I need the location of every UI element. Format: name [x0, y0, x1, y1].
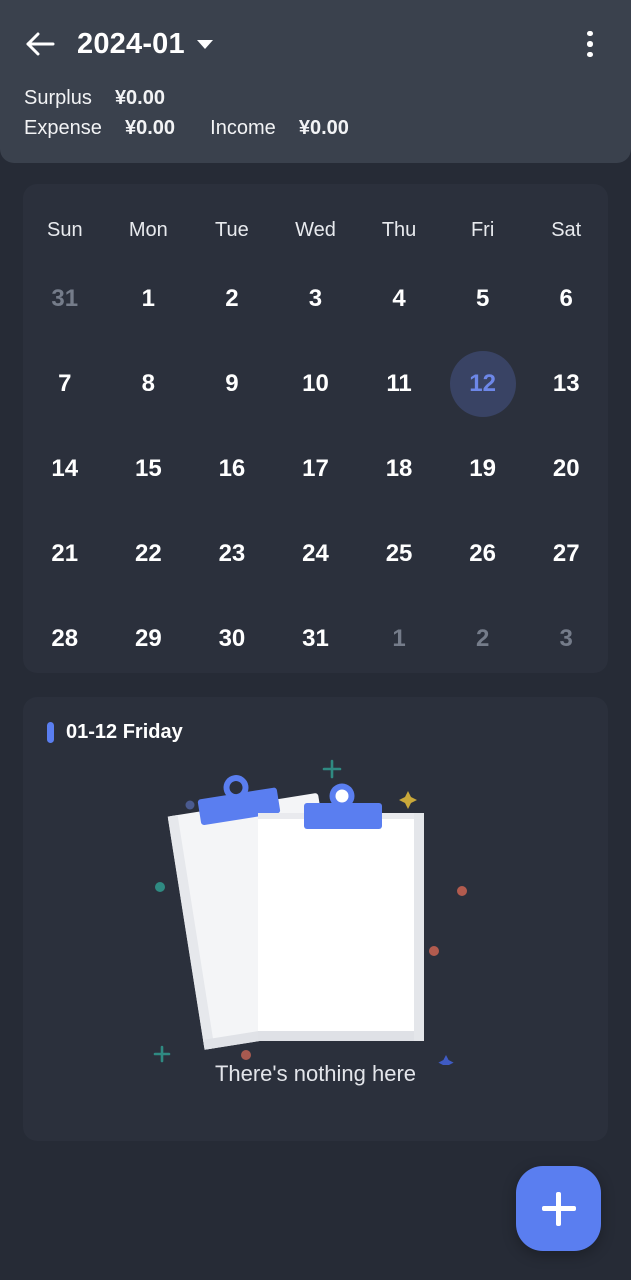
calendar-day[interactable]: 10	[282, 351, 348, 417]
calendar-week-row: 28 29 30 31 1 2 3	[23, 596, 608, 681]
calendar-day[interactable]: 9	[199, 351, 265, 417]
calendar-day[interactable]: 1	[366, 606, 432, 672]
chevron-down-icon[interactable]	[196, 39, 213, 49]
surplus-value: ¥0.00	[114, 87, 165, 109]
calendar-day[interactable]: 14	[32, 436, 98, 502]
calendar-week-row: 31 1 2 3 4 5 6	[23, 256, 608, 341]
calendar-day[interactable]: 5	[450, 266, 516, 332]
expense-label: Expense	[24, 116, 102, 139]
app-screen: 2024-01 Surplus ¥0.00 Expense ¥0.00 Inco…	[0, 0, 631, 1280]
calendar-day[interactable]: 2	[450, 606, 516, 672]
weekday-label-fri: Fri	[470, 218, 495, 241]
calendar-day[interactable]: 3	[282, 266, 348, 332]
calendar-day[interactable]: 28	[32, 606, 98, 672]
weekday-label-sun: Sun	[46, 218, 83, 241]
calendar-week-row: 21 22 23 24 25 26 27	[23, 511, 608, 596]
calendar-day[interactable]: 20	[533, 436, 599, 502]
overflow-dot	[587, 30, 593, 37]
weekday-label-wed: Wed	[295, 218, 336, 241]
calendar-day[interactable]: 19	[450, 436, 516, 502]
calendar-day[interactable]: 15	[115, 436, 181, 502]
surplus-line: Surplus ¥0.00	[24, 84, 607, 114]
income-label: Income	[210, 116, 276, 139]
empty-clipboards-illustration	[146, 755, 486, 1065]
header-top-bar: 2024-01	[24, 20, 607, 68]
overflow-dot	[587, 41, 593, 47]
empty-state: There's nothing here	[23, 749, 608, 1111]
calendar-weekday-header: Sun Mon Tue Wed Thu Fri Sat	[23, 204, 608, 256]
calendar-day[interactable]: 29	[115, 606, 181, 672]
calendar-day[interactable]: 16	[199, 436, 265, 502]
selected-date-label: 01-12 Friday	[66, 720, 183, 743]
overflow-dot	[587, 51, 593, 58]
more-vertical-icon[interactable]	[573, 25, 607, 63]
calendar-day[interactable]: 25	[366, 521, 432, 587]
calendar-day[interactable]: 31	[32, 266, 98, 332]
calendar-day[interactable]: 13	[533, 351, 599, 417]
calendar-day[interactable]: 17	[282, 436, 348, 502]
income-value: ¥0.00	[298, 116, 349, 139]
calendar-card: Sun Mon Tue Wed Thu Fri Sat 31 1 2 3 4 5 6 7 8 9 10 11 12 1…	[23, 184, 608, 673]
calendar-day[interactable]: 3	[533, 606, 599, 672]
calendar-day[interactable]: 8	[115, 351, 181, 417]
weekday-label-mon: Mon	[128, 218, 168, 241]
calendar-day[interactable]: 21	[32, 521, 98, 587]
calendar-week-row: 14 15 16 17 18 19 20	[23, 426, 608, 511]
surplus-label: Surplus	[24, 87, 92, 109]
expense-income-line: Expense ¥0.00 Income ¥0.00	[24, 114, 607, 144]
calendar-day[interactable]: 4	[366, 266, 432, 332]
calendar-day[interactable]: 1	[115, 266, 181, 332]
calendar-week-row: 7 8 9 10 11 12 13	[23, 341, 608, 426]
month-summary: Surplus ¥0.00 Expense ¥0.00 Income ¥0.00	[24, 84, 607, 143]
calendar-day-selected[interactable]: 12	[449, 350, 516, 417]
plus-icon-vertical	[556, 1191, 561, 1226]
calendar-day[interactable]: 11	[366, 351, 432, 417]
calendar-day[interactable]: 2	[199, 266, 265, 332]
weekday-label-tue: Tue	[215, 218, 249, 241]
calendar-day[interactable]: 30	[199, 606, 265, 672]
page-title: 2024-01	[77, 27, 185, 60]
calendar-day[interactable]: 18	[366, 436, 432, 502]
weekday-label-thu: Thu	[381, 218, 417, 241]
calendar-day[interactable]: 7	[32, 351, 98, 417]
app-header: 2024-01 Surplus ¥0.00 Expense ¥0.00 Inco…	[0, 0, 631, 163]
weekday-label-sat: Sat	[551, 218, 582, 241]
day-detail-header: 01-12 Friday	[23, 715, 608, 749]
calendar-day[interactable]: 22	[115, 521, 181, 587]
calendar-day[interactable]: 26	[450, 521, 516, 587]
calendar-grid[interactable]: 31 1 2 3 4 5 6 7 8 9 10 11 12 13 14 15 16 17 18 19 20 21 22 23 2…	[23, 256, 608, 681]
expense-value: ¥0.00	[124, 116, 176, 139]
accent-bar	[47, 721, 54, 743]
calendar-day[interactable]: 23	[199, 521, 265, 587]
add-record-fab[interactable]	[516, 1166, 601, 1251]
calendar-day[interactable]: 31	[282, 606, 348, 672]
calendar-day[interactable]: 24	[282, 521, 348, 587]
calendar-day[interactable]: 27	[533, 521, 599, 587]
back-arrow-icon[interactable]	[24, 27, 58, 61]
day-detail-card: 01-12 Friday There's nothing here	[23, 697, 608, 1141]
calendar-day[interactable]: 6	[533, 266, 599, 332]
